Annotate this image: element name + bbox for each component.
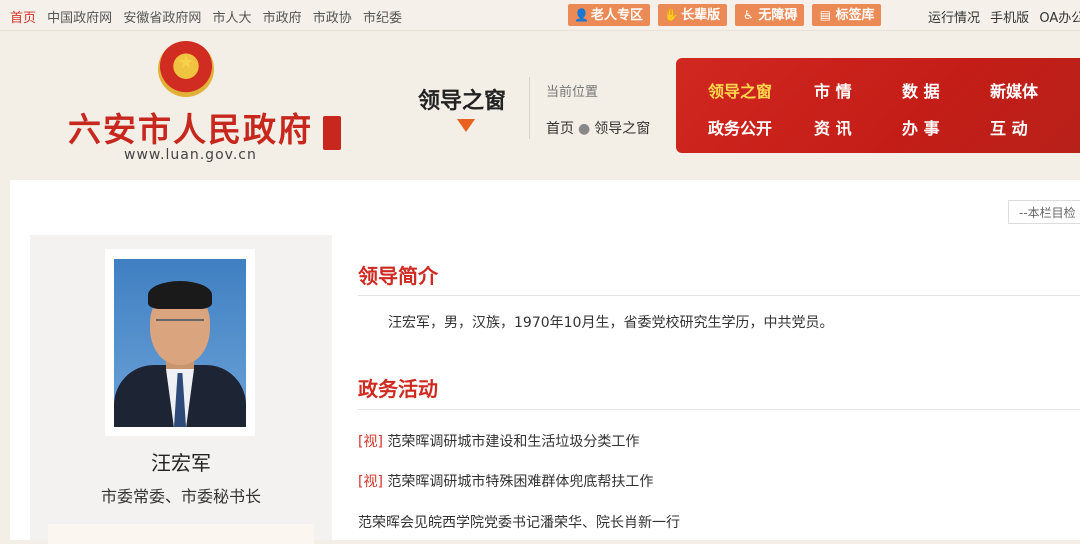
location-label: 当前位置: [546, 85, 599, 100]
intro-heading: 领导简介: [358, 264, 438, 288]
nav-news[interactable]: 资 讯: [814, 115, 852, 139]
activity-item[interactable]: [视] 范荣晖调研城市建设和生活垃圾分类工作: [358, 431, 639, 451]
divider: [358, 409, 1080, 410]
elderly-zone-button[interactable]: 👤 老人专区: [568, 4, 651, 26]
section-title: 领导之窗: [418, 89, 507, 114]
elder-version-button[interactable]: ✋ 长辈版: [658, 4, 728, 26]
column-search-input[interactable]: --本栏目检: [1008, 200, 1080, 224]
video-tag: [视]: [358, 434, 383, 450]
top-links: 首页 中国政府网 安徽省政府网 市人大 市政府 市政协 市纪委: [10, 7, 409, 26]
mobile-version-link[interactable]: 手机版: [990, 11, 1029, 26]
service-pills: 👤 老人专区 ✋ 长辈版 ♿ 无障碍 ▤ 标签库: [568, 4, 885, 26]
accessibility-button[interactable]: ♿ 无障碍: [735, 4, 805, 26]
site-header: ★ 六安市人民政府 www.luan.gov.cn 领导之窗 当前位置 首页 ● 领…: [0, 31, 1080, 176]
nav-data[interactable]: 数 据: [902, 78, 940, 102]
top-link-npc[interactable]: 市人大: [212, 11, 251, 26]
operation-status-link[interactable]: 运行情况: [928, 11, 980, 26]
accessibility-label: 无障碍: [758, 8, 798, 23]
accessibility-icon: ♿: [742, 8, 754, 22]
nav-services[interactable]: 办 事: [902, 115, 940, 139]
leader-profile-card: 汪宏军 市委常委、市委秘书长: [30, 235, 332, 544]
nav-city-info[interactable]: 市 情: [814, 78, 852, 102]
national-emblem-icon: ★: [158, 41, 214, 97]
breadcrumb-current[interactable]: 领导之窗: [594, 121, 650, 137]
leader-photo: [114, 259, 246, 427]
activity-link[interactable]: 范荣晖调研城市建设和生活垃圾分类工作: [387, 434, 639, 450]
nav-new-media[interactable]: 新媒体: [990, 78, 1038, 102]
activity-item[interactable]: [视] 范荣晖调研城市特殊困难群体兜底帮扶工作: [358, 471, 653, 491]
top-bar: 首页 中国政府网 安徽省政府网 市人大 市政府 市政协 市纪委 👤 老人专区 ✋ 长…: [0, 0, 1080, 31]
site-url: www.luan.gov.cn: [124, 147, 257, 163]
top-link-cppcc[interactable]: 市政协: [313, 11, 352, 26]
leader-photo-frame: [105, 249, 255, 436]
content-panel: --本栏目检 汪宏军 市委常委、市委秘书长 领导简介 汪宏军，男，汉族，1970…: [10, 180, 1080, 544]
triangle-down-icon: [457, 119, 475, 132]
elderly-icon: 👤: [574, 8, 589, 22]
breadcrumb-separator-icon: ●: [578, 121, 591, 137]
activity-item[interactable]: 范荣晖会见皖西学院党委书记潘荣华、院长肖新一行: [358, 512, 680, 532]
nav-leaders-window[interactable]: 领导之窗: [708, 78, 772, 102]
nav-interaction[interactable]: 互 动: [990, 115, 1028, 139]
tag-library-icon: ▤: [819, 8, 832, 22]
top-link-discipline[interactable]: 市纪委: [363, 11, 402, 26]
divider: [358, 295, 1080, 296]
breadcrumb-home[interactable]: 首页: [546, 121, 574, 137]
leader-name: 汪宏军: [151, 451, 211, 475]
divider: [529, 77, 530, 139]
top-link-gov-cn[interactable]: 中国政府网: [47, 11, 112, 26]
oa-office-link[interactable]: OA办公: [1039, 11, 1080, 26]
elder-version-label: 长辈版: [681, 8, 721, 23]
top-link-city-gov[interactable]: 市政府: [263, 11, 302, 26]
intro-text: 汪宏军，男，汉族，1970年10月生，省委党校研究生学历，中共党员。: [388, 315, 834, 331]
site-title[interactable]: 六安市人民政府: [68, 103, 313, 151]
tag-library-label: 标签库: [835, 8, 875, 23]
video-tag: [视]: [358, 474, 383, 490]
main-nav: 领导之窗 市 情 数 据 新媒体 政务公开 资 讯 办 事 互 动: [676, 58, 1080, 153]
breadcrumb: 首页 ● 领导之窗: [546, 118, 650, 138]
activity-link[interactable]: 范荣晖会见皖西学院党委书记潘荣华、院长肖新一行: [358, 515, 680, 531]
right-links: 运行情况 手机版 OA办公: [928, 7, 1080, 26]
seal-logo: [323, 116, 341, 150]
leader-title: 市委常委、市委秘书长: [100, 487, 261, 506]
activity-heading: 政务活动: [358, 377, 438, 401]
activity-link[interactable]: 范荣晖调研城市特殊困难群体兜底帮扶工作: [387, 474, 653, 490]
elder-version-icon: ✋: [664, 8, 680, 22]
nav-gov-affairs[interactable]: 政务公开: [708, 115, 772, 139]
profile-footer-strip: [48, 524, 314, 544]
top-link-home[interactable]: 首页: [10, 11, 36, 26]
top-link-anhui-gov[interactable]: 安徽省政府网: [123, 11, 201, 26]
tag-library-button[interactable]: ▤ 标签库: [812, 4, 882, 26]
elderly-zone-label: 老人专区: [591, 8, 644, 23]
